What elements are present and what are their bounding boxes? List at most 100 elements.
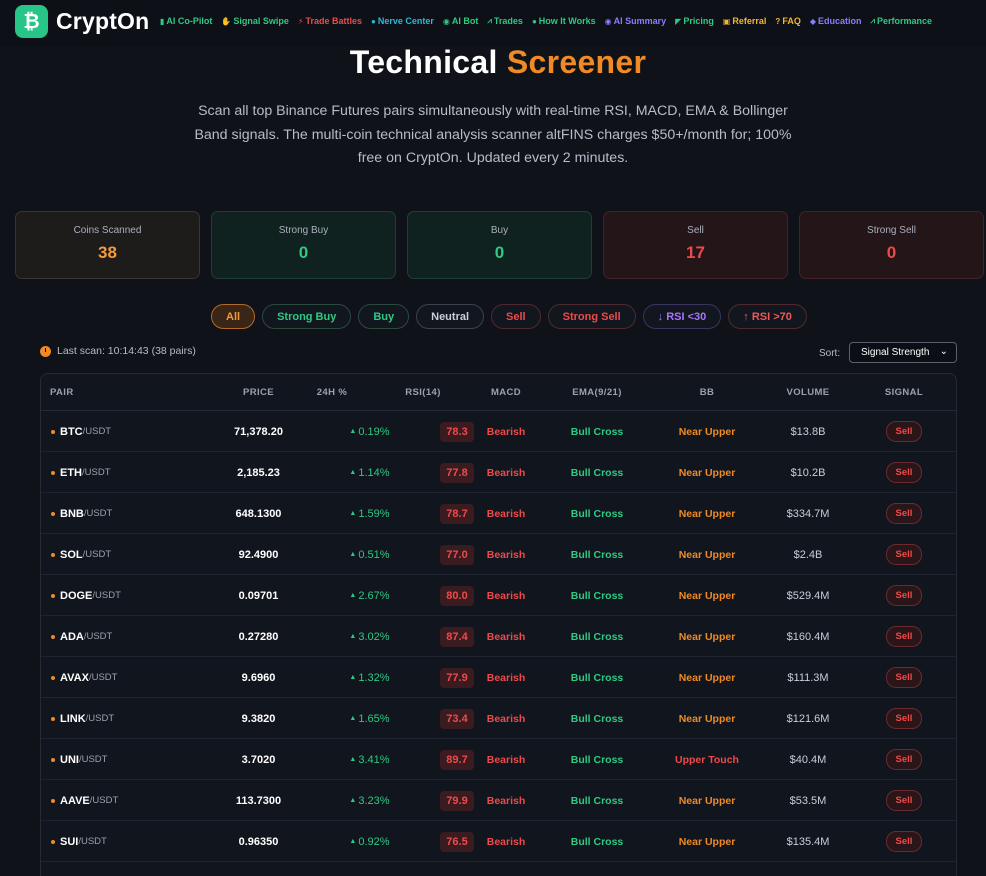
- th-signal[interactable]: SIGNAL: [854, 387, 954, 398]
- pair-symbol: AAVE: [60, 794, 90, 807]
- signal-badge[interactable]: Sell: [885, 626, 923, 647]
- th-ema[interactable]: EMA(9/21): [547, 387, 647, 398]
- pair-symbol: ADA: [60, 630, 84, 643]
- signal-badge[interactable]: Sell: [885, 831, 923, 852]
- ema-cell: Bull Cross: [570, 835, 624, 848]
- stat-cards: Coins Scanned 38 Strong Buy 0 Buy 0 Sell…: [15, 211, 984, 279]
- stat-value: 0: [298, 243, 309, 262]
- nav-icon: ⚡: [297, 16, 304, 26]
- nav-link-pricing[interactable]: ◤ Pricing: [675, 16, 714, 26]
- up-triangle-icon: ▲: [349, 756, 357, 763]
- bb-cell: Near Upper: [678, 794, 736, 807]
- price-cell: 2,185.23: [237, 466, 280, 479]
- nav-link-label: Performance: [877, 16, 933, 26]
- nav-link-faq[interactable]: ? FAQ: [775, 16, 800, 26]
- up-triangle-icon: ▲: [349, 674, 357, 681]
- bb-cell: Near Upper: [678, 712, 736, 725]
- signal-cell: Sell: [854, 657, 954, 698]
- pair-symbol: UNI: [60, 753, 79, 766]
- pair-quote: /USDT: [78, 754, 108, 765]
- nav-link-nerve-center[interactable]: ● Nerve Center: [371, 16, 434, 26]
- pair-cell: LINK/USDT: [51, 698, 114, 739]
- nav-link-referral[interactable]: ▣ Referral: [723, 16, 767, 26]
- stat-value: 0: [886, 243, 897, 262]
- nav-link-performance[interactable]: ⩘ Performance: [871, 16, 933, 26]
- status-dot: [51, 429, 55, 434]
- ema-cell: Bull Cross: [570, 425, 624, 438]
- status-dot: [51, 798, 55, 803]
- change-value: 1.14%: [358, 466, 390, 479]
- top-nav: ₿ CryptOn ▮ AI Co-Pilot ✋ Signal Swipe ⚡ Trad…: [0, 0, 986, 46]
- pair-cell: SOL/USDT: [51, 534, 111, 575]
- price-cell: 9.6960: [241, 671, 276, 684]
- signal-badge[interactable]: Sell: [885, 544, 923, 565]
- nav-link-trades[interactable]: ⩘ Trades: [487, 16, 523, 26]
- bb-cell: Near Upper: [678, 589, 736, 602]
- filter-rsi-overbought[interactable]: ↑ RSI >70: [728, 304, 807, 329]
- th-macd[interactable]: MACD: [456, 387, 556, 398]
- table-row[interactable]: SOL/USDT 92.4900 ▲ 0.51% 77.0 Bearish Bull Cro…: [41, 534, 956, 575]
- nav-link-label: Trades: [493, 16, 523, 26]
- up-triangle-icon: ▲: [349, 510, 357, 517]
- signal-badge[interactable]: Sell: [885, 585, 923, 606]
- status-dot: [51, 470, 55, 475]
- signal-badge[interactable]: Sell: [885, 749, 923, 770]
- filter-strong-sell[interactable]: Strong Sell: [547, 304, 636, 329]
- nav-link-how-it-works[interactable]: ● How It Works: [532, 16, 596, 26]
- pair-quote: /USDT: [85, 713, 115, 724]
- nav-icon: ◉: [604, 16, 612, 26]
- pair-quote: /USDT: [82, 426, 112, 437]
- filter-sell[interactable]: Sell: [491, 304, 541, 329]
- page-title: Technical Screener: [0, 44, 986, 81]
- nav-link-ai-summary[interactable]: ◉ AI Summary: [605, 16, 667, 26]
- pair-symbol: LINK: [60, 712, 86, 725]
- table-row[interactable]: AAVE/USDT 113.7300 ▲ 3.23% 79.9 Bearish Bull C…: [41, 780, 956, 821]
- table-row[interactable]: ETH/USDT 2,185.23 ▲ 1.14% 77.8 Bearish Bull Cr…: [41, 452, 956, 493]
- filter-neutral[interactable]: Neutral: [416, 304, 485, 329]
- up-triangle-icon: ▲: [349, 592, 357, 599]
- th-bb[interactable]: BB: [657, 387, 757, 398]
- signal-badge[interactable]: Sell: [885, 708, 923, 729]
- table-row[interactable]: SUI/USDT 0.96350 ▲ 0.92% 76.5 Bearish Bull Cro…: [41, 821, 956, 862]
- table-row[interactable]: AVAX/USDT 9.6960 ▲ 1.32% 77.9 Bearish Bull Cro…: [41, 657, 956, 698]
- change-value: 2.67%: [358, 589, 390, 602]
- nav-link-ai-co-pilot[interactable]: ▮ AI Co-Pilot: [160, 16, 212, 26]
- sort-select[interactable]: Signal Strength ⌄: [849, 342, 957, 363]
- table-row[interactable]: BNB/USDT 648.1300 ▲ 1.59% 78.7 Bearish Bull Cr…: [41, 493, 956, 534]
- table-row[interactable]: DOGE/USDT 0.09701 ▲ 2.67% 80.0 Bearish Bull Cr…: [41, 575, 956, 616]
- table-row[interactable]: ADA/USDT 0.27280 ▲ 3.02% 87.4 Bearish Bull Cro…: [41, 616, 956, 657]
- nav-link-education[interactable]: ◆ Education: [810, 16, 862, 26]
- signal-badge[interactable]: Sell: [885, 667, 923, 688]
- signal-cell: Sell: [854, 411, 954, 452]
- signal-badge[interactable]: Sell: [885, 462, 923, 483]
- filter-strong-buy[interactable]: Strong Buy: [262, 304, 352, 329]
- filter-rsi-oversold[interactable]: ↓ RSI <30: [642, 304, 722, 329]
- brand-name[interactable]: CryptOn: [56, 8, 149, 35]
- th-pair[interactable]: PAIR: [50, 387, 74, 398]
- filter-all[interactable]: All: [211, 304, 256, 329]
- nav-link-label: AI Co-Pilot: [166, 16, 213, 26]
- nav-link-trade-battles[interactable]: ⚡ Trade Battles: [298, 16, 362, 26]
- filter-buy[interactable]: Buy: [358, 304, 410, 329]
- pair-quote: /USDT: [83, 631, 113, 642]
- price-cell: 113.7300: [235, 794, 282, 807]
- pair-cell: ETH/USDT: [51, 452, 111, 493]
- bitcoin-logo-icon[interactable]: ₿: [15, 5, 48, 38]
- bb-cell: Near Upper: [678, 507, 736, 520]
- th-volume[interactable]: VOLUME: [758, 387, 858, 398]
- table-row[interactable]: UNI/USDT 3.7020 ▲ 3.41% 89.7 Bearish Bull Cros…: [41, 739, 956, 780]
- signal-badge[interactable]: Sell: [885, 421, 923, 442]
- nav-link-ai-bot[interactable]: ◉ AI Bot: [443, 16, 478, 26]
- ema-cell: Bull Cross: [570, 712, 624, 725]
- signal-badge[interactable]: Sell: [885, 790, 923, 811]
- table-row[interactable]: LINK/USDT 9.3820 ▲ 1.65% 73.4 Bearish Bull Cro…: [41, 698, 956, 739]
- pair-quote: /USDT: [88, 672, 118, 683]
- table-row[interactable]: BTC/USDT 71,378.20 ▲ 0.19% 78.3 Bearish Bull C…: [41, 411, 956, 452]
- up-triangle-icon: ▲: [349, 469, 357, 476]
- nav-link-signal-swipe[interactable]: ✋ Signal Swipe: [221, 16, 288, 26]
- bb-cell: Near Upper: [678, 630, 736, 643]
- status-dot: [51, 552, 55, 557]
- signal-badge[interactable]: Sell: [885, 503, 923, 524]
- th-change[interactable]: 24H %: [282, 387, 382, 398]
- pair-quote: /USDT: [83, 508, 113, 519]
